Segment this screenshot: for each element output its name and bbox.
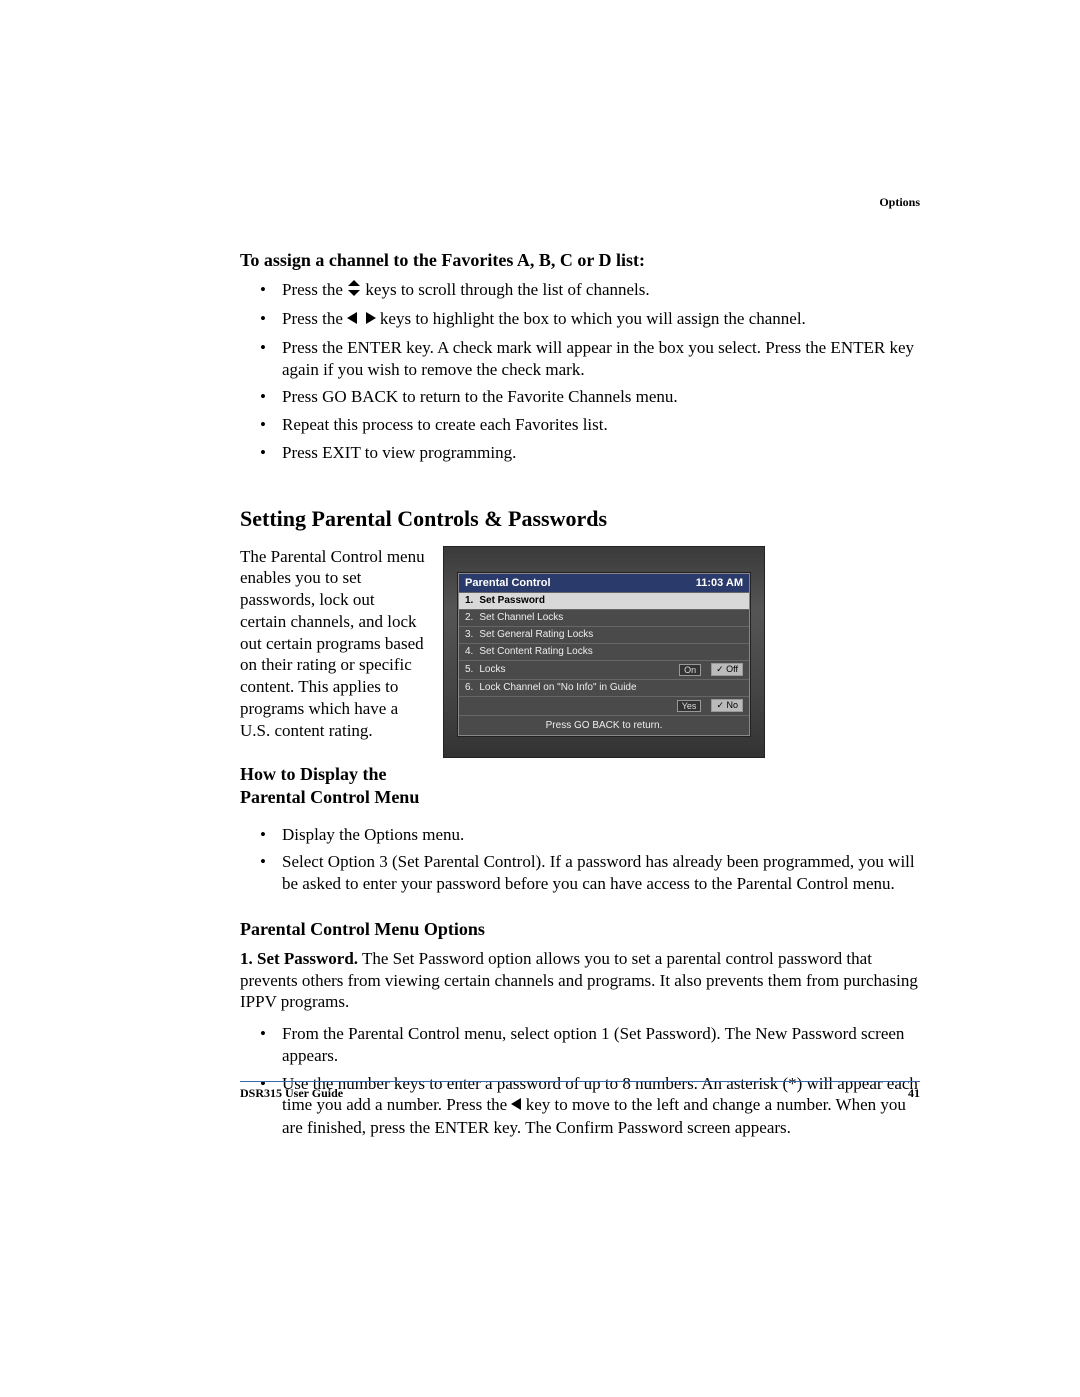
left-arrow-icon <box>347 309 357 331</box>
menu-row: 5. Locks On ✓ Off <box>459 660 749 679</box>
row-label: Set General Rating Locks <box>479 629 593 640</box>
menu-row: 2. Set Channel Locks <box>459 609 749 626</box>
header-section-label: Options <box>879 195 920 210</box>
right-arrow-icon <box>366 309 376 331</box>
row-num: 5. <box>465 664 473 675</box>
text-fragment: Press the <box>282 280 347 299</box>
menu-row: 4. Set Content Rating Locks <box>459 643 749 660</box>
favorites-heading: To assign a channel to the Favorites A, … <box>240 250 920 271</box>
opt-text: Off <box>726 664 738 674</box>
up-down-arrow-icon <box>347 280 361 302</box>
list-item: Display the Options menu. <box>260 824 920 846</box>
menu-time: 11:03 AM <box>696 577 743 589</box>
list-item: Repeat this process to create each Favor… <box>260 414 920 436</box>
menu-row: 6. Lock Channel on "No Info" in Guide <box>459 679 749 696</box>
text-fragment: Press the <box>282 309 347 328</box>
menu-row: Yes ✓ No <box>459 696 749 715</box>
row-num: 3. <box>465 629 473 640</box>
list-item: Press the ENTER key. A check mark will a… <box>260 337 920 381</box>
menu-row: 3. Set General Rating Locks <box>459 626 749 643</box>
menu-footer: Press GO BACK to return. <box>459 715 749 735</box>
list-item: Press EXIT to view programming. <box>260 442 920 464</box>
lead-bold: 1. Set Password. <box>240 949 358 968</box>
text-fragment: keys to highlight the box to which you w… <box>376 309 806 328</box>
footer-rule <box>240 1081 920 1082</box>
row-num: 4. <box>465 646 473 657</box>
list-item: Use the number keys to enter a password … <box>260 1073 920 1139</box>
page-footer: DSR315 User Guide 41 <box>240 1086 920 1101</box>
menu-title: Parental Control <box>465 577 551 589</box>
list-item: Press GO BACK to return to the Favorite … <box>260 386 920 408</box>
list-item: From the Parental Control menu, select o… <box>260 1023 920 1067</box>
options-heading: Parental Control Menu Options <box>240 919 920 940</box>
parental-intro-row: The Parental Control menu enables you to… <box>240 546 920 818</box>
opt-text: No <box>726 700 738 710</box>
footer-left: DSR315 User Guide <box>240 1086 343 1101</box>
list-item: Press the keys to scroll through the lis… <box>260 279 920 302</box>
howto-heading: How to Display the Parental Control Menu <box>240 763 425 809</box>
menu-row: 1. Set Password <box>459 592 749 609</box>
parental-intro-text: The Parental Control menu enables you to… <box>240 546 425 818</box>
menu-panel: Parental Control 11:03 AM 1. Set Password… <box>458 573 750 736</box>
row-label: Locks <box>479 664 669 675</box>
row-num: 1. <box>465 595 473 606</box>
option-on: On <box>679 664 701 676</box>
favorites-list: Press the keys to scroll through the lis… <box>260 279 920 464</box>
row-num: 2. <box>465 612 473 623</box>
text-fragment: keys to scroll through the list of chann… <box>361 280 649 299</box>
row-num: 6. <box>465 682 473 693</box>
options-lead: 1. Set Password. The Set Password option… <box>240 948 920 1013</box>
row-label: Set Password <box>479 595 545 606</box>
option-off: ✓ Off <box>711 663 743 676</box>
parental-menu-figure: Parental Control 11:03 AM 1. Set Password… <box>443 546 920 758</box>
text-block: The Parental Control menu enables you to… <box>240 546 425 742</box>
howto-list: Display the Options menu. Select Option … <box>260 824 920 895</box>
list-item: Press the keys to highlight the box to w… <box>260 308 920 331</box>
footer-page-number: 41 <box>908 1086 920 1101</box>
list-item: Select Option 3 (Set Parental Control). … <box>260 851 920 895</box>
page: Options To assign a channel to the Favor… <box>0 0 1080 1397</box>
option-yes: Yes <box>677 700 702 712</box>
tv-screenshot: Parental Control 11:03 AM 1. Set Password… <box>443 546 765 758</box>
row-label: Set Channel Locks <box>479 612 563 623</box>
row-label: Lock Channel on "No Info" in Guide <box>479 682 636 693</box>
parental-title: Setting Parental Controls & Passwords <box>240 506 920 532</box>
row-label: Set Content Rating Locks <box>479 646 592 657</box>
menu-titlebar: Parental Control 11:03 AM <box>459 574 749 592</box>
option-no: ✓ No <box>711 699 743 712</box>
